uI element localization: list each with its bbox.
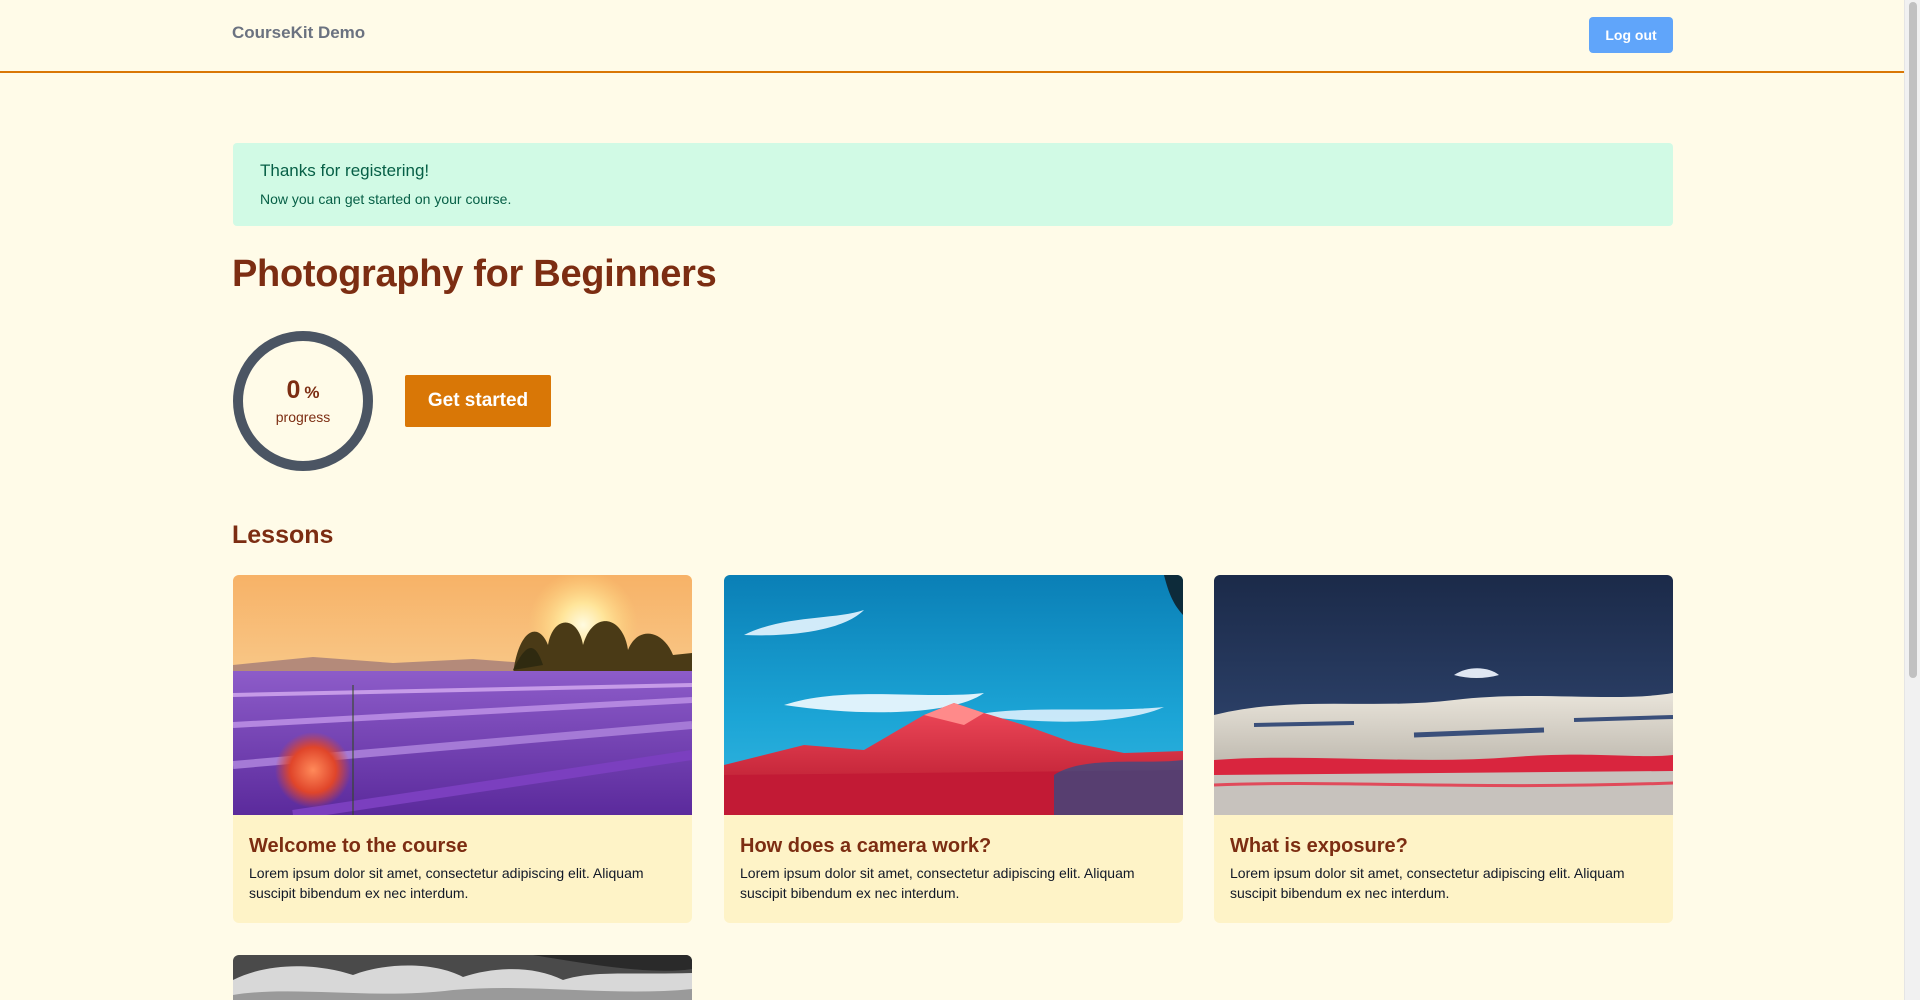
lesson-card-body: How does a camera work? Lorem ipsum dolo… [724, 815, 1183, 903]
app-root: CourseKit Demo Log out Thanks for regist… [0, 0, 1904, 1000]
registration-alert: Thanks for registering! Now you can get … [233, 143, 1673, 226]
brand-name[interactable]: CourseKit Demo [232, 23, 365, 43]
lesson-card[interactable]: How does a camera work? Lorem ipsum dolo… [724, 575, 1183, 923]
top-navbar: CourseKit Demo Log out [0, 0, 1904, 73]
lesson-image-lavender [233, 575, 692, 815]
page-title: Photography for Beginners [232, 253, 717, 295]
progress-label: progress [275, 408, 331, 425]
lesson-title[interactable]: How does a camera work? [740, 835, 1167, 858]
lesson-card-body: What is exposure? Lorem ipsum dolor sit … [1214, 815, 1673, 903]
lesson-card[interactable]: Welcome to the course Lorem ipsum dolor … [233, 575, 692, 923]
lesson-title[interactable]: What is exposure? [1230, 835, 1657, 858]
lesson-description: Lorem ipsum dolor sit amet, consectetur … [740, 865, 1135, 901]
scrollbar-thumb[interactable] [1909, 2, 1917, 678]
lesson-description: Lorem ipsum dolor sit amet, consectetur … [1230, 865, 1625, 901]
logout-button[interactable]: Log out [1589, 17, 1673, 53]
vertical-scrollbar[interactable] [1904, 0, 1920, 1000]
lesson-image-camera [724, 575, 1183, 815]
lessons-heading: Lessons [232, 521, 334, 549]
lesson-description: Lorem ipsum dolor sit amet, consectetur … [249, 865, 644, 901]
get-started-button[interactable]: Get started [405, 375, 551, 427]
lesson-title[interactable]: Welcome to the course [249, 835, 676, 858]
progress-value: 0% [286, 375, 320, 404]
alert-title: Thanks for registering! [260, 161, 430, 180]
lesson-image-exposure [1214, 575, 1673, 815]
alert-message: Now you can get started on your course. [260, 191, 512, 207]
lesson-card[interactable] [233, 955, 692, 1000]
lesson-card-body: Welcome to the course Lorem ipsum dolor … [233, 815, 692, 903]
lesson-card[interactable]: What is exposure? Lorem ipsum dolor sit … [1214, 575, 1673, 923]
progress-number: 0 [286, 375, 301, 404]
progress-unit: % [304, 382, 320, 402]
lesson-image-clouds-bw [233, 955, 692, 1000]
progress-ring: 0% progress [233, 331, 373, 471]
